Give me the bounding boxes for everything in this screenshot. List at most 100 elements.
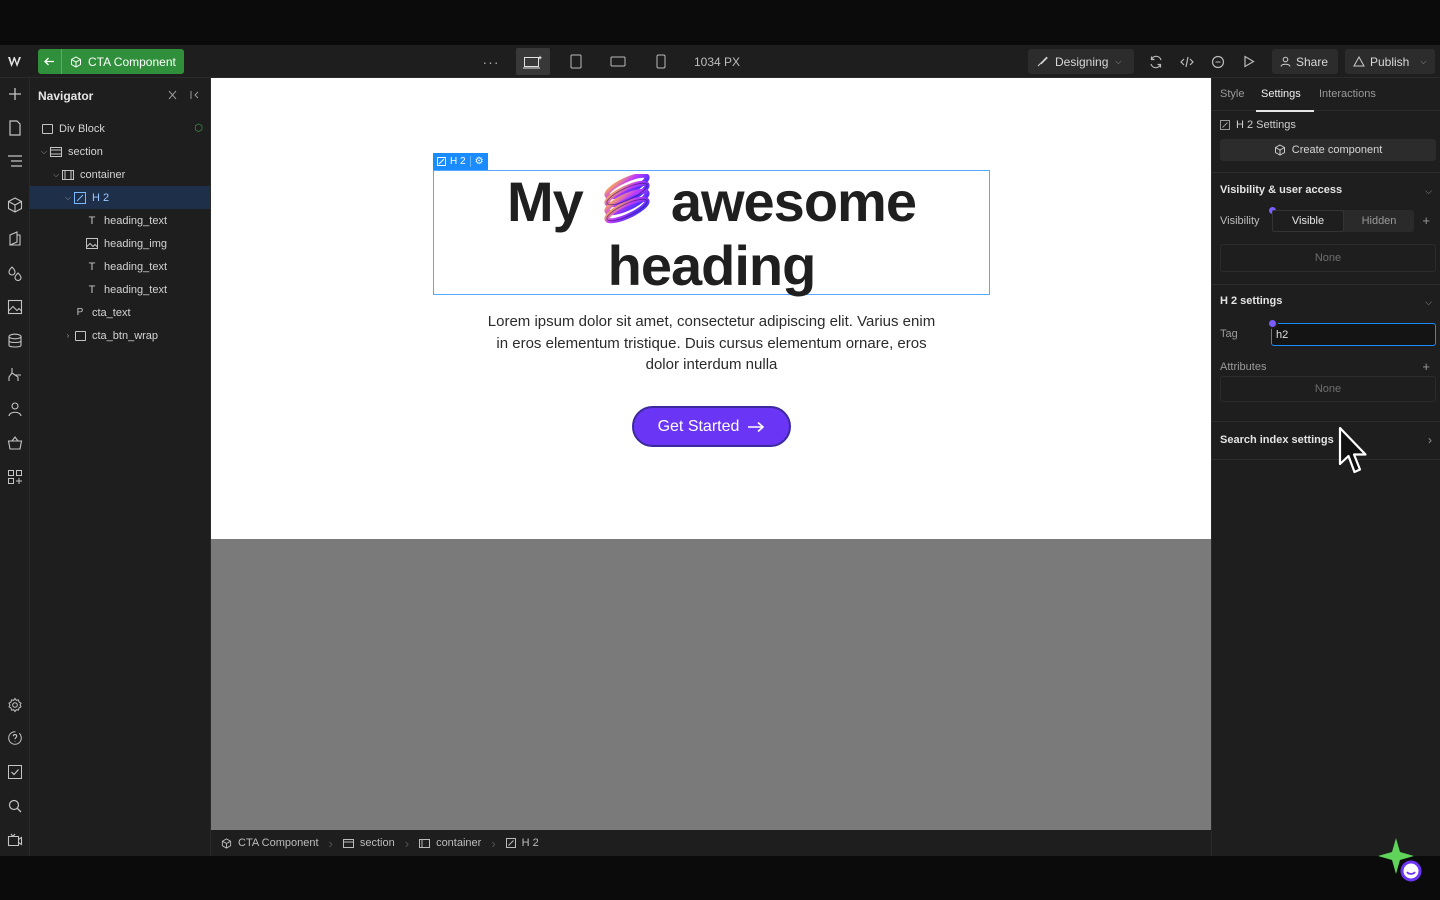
heading-icon — [73, 191, 87, 204]
more-options-button[interactable]: ··· — [482, 45, 500, 78]
tree-item-label: heading_text — [104, 283, 167, 296]
code-button[interactable] — [1175, 45, 1199, 78]
audit-icon[interactable] — [5, 762, 25, 782]
heading-icon — [505, 838, 516, 848]
visibility-toggle[interactable]: Visible Hidden — [1272, 210, 1414, 232]
mode-dropdown[interactable]: Designing ⌵ — [1028, 49, 1134, 74]
sync-button[interactable] — [1144, 45, 1168, 78]
mobile-landscape-icon — [610, 56, 626, 67]
components-icon[interactable] — [5, 195, 25, 215]
hero-heading[interactable]: My awesome heading — [433, 170, 990, 298]
tag-input[interactable] — [1271, 323, 1436, 346]
h2-settings-header[interactable]: H 2 settings — [1220, 295, 1282, 307]
tab-style[interactable]: Style — [1220, 88, 1244, 100]
chevron-right-icon[interactable]: › — [1428, 433, 1432, 447]
add-condition-icon[interactable]: + — [1422, 213, 1430, 228]
share-button[interactable]: Share — [1272, 49, 1338, 74]
get-started-button[interactable]: Get Started — [632, 406, 791, 447]
webflow-logo-icon[interactable] — [4, 45, 28, 78]
tree-item-heading-text[interactable]: T heading_text — [30, 278, 210, 301]
brush-icon — [1037, 56, 1048, 67]
tab-settings[interactable]: Settings — [1261, 88, 1301, 100]
selection-tag-label: H 2 — [450, 156, 466, 167]
chevron-right-icon[interactable]: › — [63, 331, 73, 340]
pages-icon[interactable] — [5, 118, 25, 138]
cta-paragraph[interactable]: Lorem ipsum dolor sit amet, consectetur … — [483, 311, 940, 376]
tree-item-heading-text[interactable]: T heading_text — [30, 255, 210, 278]
cms-icon[interactable] — [5, 331, 25, 351]
search-index-settings-header[interactable]: Search index settings — [1220, 434, 1334, 446]
breadcrumb-item[interactable]: CTA Component — [221, 837, 329, 849]
settings-icon[interactable] — [5, 695, 25, 715]
breakpoint-desktop-button[interactable] — [516, 48, 550, 75]
breadcrumb-item[interactable]: H 2 — [505, 837, 549, 849]
tree-item-h2[interactable]: ⌵ H 2 — [30, 186, 210, 209]
chevron-down-icon[interactable]: ⌵ — [1425, 297, 1432, 308]
divider — [1212, 172, 1440, 173]
comments-button[interactable] — [1206, 45, 1230, 78]
component-pill[interactable]: CTA Component — [38, 49, 184, 74]
users-icon[interactable] — [5, 399, 25, 419]
breadcrumb: CTA Component › section › container › H … — [211, 830, 1211, 856]
visibility-section-header[interactable]: Visibility & user access — [1220, 184, 1436, 196]
breadcrumb-item[interactable]: container — [419, 837, 491, 849]
breakpoint-landscape-button[interactable] — [601, 45, 635, 78]
breadcrumb-label: H 2 — [521, 837, 539, 849]
mouse-cursor-icon — [1338, 426, 1368, 481]
ai-assistant-icon[interactable] — [1376, 836, 1424, 887]
attributes-label: Attributes — [1220, 361, 1267, 373]
variables-icon[interactable] — [5, 229, 25, 249]
chevron-down-icon[interactable]: ⌵ — [1425, 186, 1432, 197]
heading-text: awesome — [670, 170, 917, 233]
collapse-panel-icon[interactable] — [190, 90, 200, 103]
pin-icon[interactable] — [168, 90, 177, 103]
video-icon[interactable] — [5, 830, 25, 850]
breakpoint-tablet-button[interactable] — [559, 45, 593, 78]
tree-item-section[interactable]: ⌵ section — [30, 140, 210, 163]
breakpoint-portrait-button[interactable] — [644, 45, 678, 78]
publish-icon — [1353, 56, 1365, 67]
help-icon[interactable] — [5, 728, 25, 748]
tree-item-cta-btn-wrap[interactable]: › cta_btn_wrap — [30, 324, 210, 347]
assets-icon[interactable] — [5, 297, 25, 317]
back-arrow-icon[interactable] — [38, 49, 62, 74]
preview-button[interactable] — [1237, 45, 1261, 78]
chevron-down-icon[interactable]: ⌵ — [63, 193, 73, 203]
navigator-icon[interactable] — [5, 151, 25, 171]
chevron-down-icon[interactable]: ⌵ — [51, 170, 61, 180]
tree-item-div-block[interactable]: Div Block ⬡ — [30, 117, 210, 140]
mobile-portrait-icon — [656, 54, 666, 69]
tab-interactions[interactable]: Interactions — [1319, 88, 1376, 100]
apps-icon[interactable] — [5, 467, 25, 487]
chevron-down-icon[interactable]: ⌵ — [39, 147, 49, 157]
mode-label: Designing — [1055, 54, 1109, 69]
add-icon[interactable] — [5, 84, 25, 104]
tree-item-cta-text[interactable]: P cta_text — [30, 301, 210, 324]
heading-icon — [1220, 120, 1230, 130]
visibility-visible-option[interactable]: Visible — [1272, 210, 1344, 232]
tree-item-label: heading_img — [104, 237, 167, 250]
styles-icon[interactable] — [5, 263, 25, 283]
breadcrumb-item[interactable]: section — [342, 837, 405, 849]
add-attribute-icon[interactable]: + — [1422, 359, 1430, 374]
selection-tag[interactable]: H 2 ⚙ — [433, 153, 488, 170]
conditions-empty: None — [1220, 244, 1436, 272]
user-icon — [1280, 56, 1291, 67]
page-frame[interactable]: H 2 ⚙ My awesome heading Lorem ipsum dol… — [211, 78, 1211, 539]
publish-button[interactable]: Publish ⌵ — [1345, 49, 1435, 74]
div-block-icon — [73, 330, 87, 342]
design-canvas[interactable]: H 2 ⚙ My awesome heading Lorem ipsum dol… — [211, 78, 1211, 830]
tree-item-heading-text[interactable]: T heading_text — [30, 209, 210, 232]
create-component-button[interactable]: Create component — [1220, 139, 1436, 161]
heading-text: My — [507, 170, 584, 233]
gear-icon[interactable]: ⚙ — [469, 156, 484, 167]
breadcrumb-label: CTA Component — [238, 837, 319, 849]
visibility-hidden-option[interactable]: Hidden — [1344, 210, 1414, 232]
search-icon[interactable] — [5, 796, 25, 816]
logic-icon[interactable] — [5, 365, 25, 385]
binding-dot-icon[interactable] — [1269, 320, 1276, 327]
tree-item-container[interactable]: ⌵ container — [30, 163, 210, 186]
tree-item-heading-img[interactable]: heading_img — [30, 232, 210, 255]
ecommerce-icon[interactable] — [5, 433, 25, 453]
code-icon — [1180, 56, 1194, 67]
